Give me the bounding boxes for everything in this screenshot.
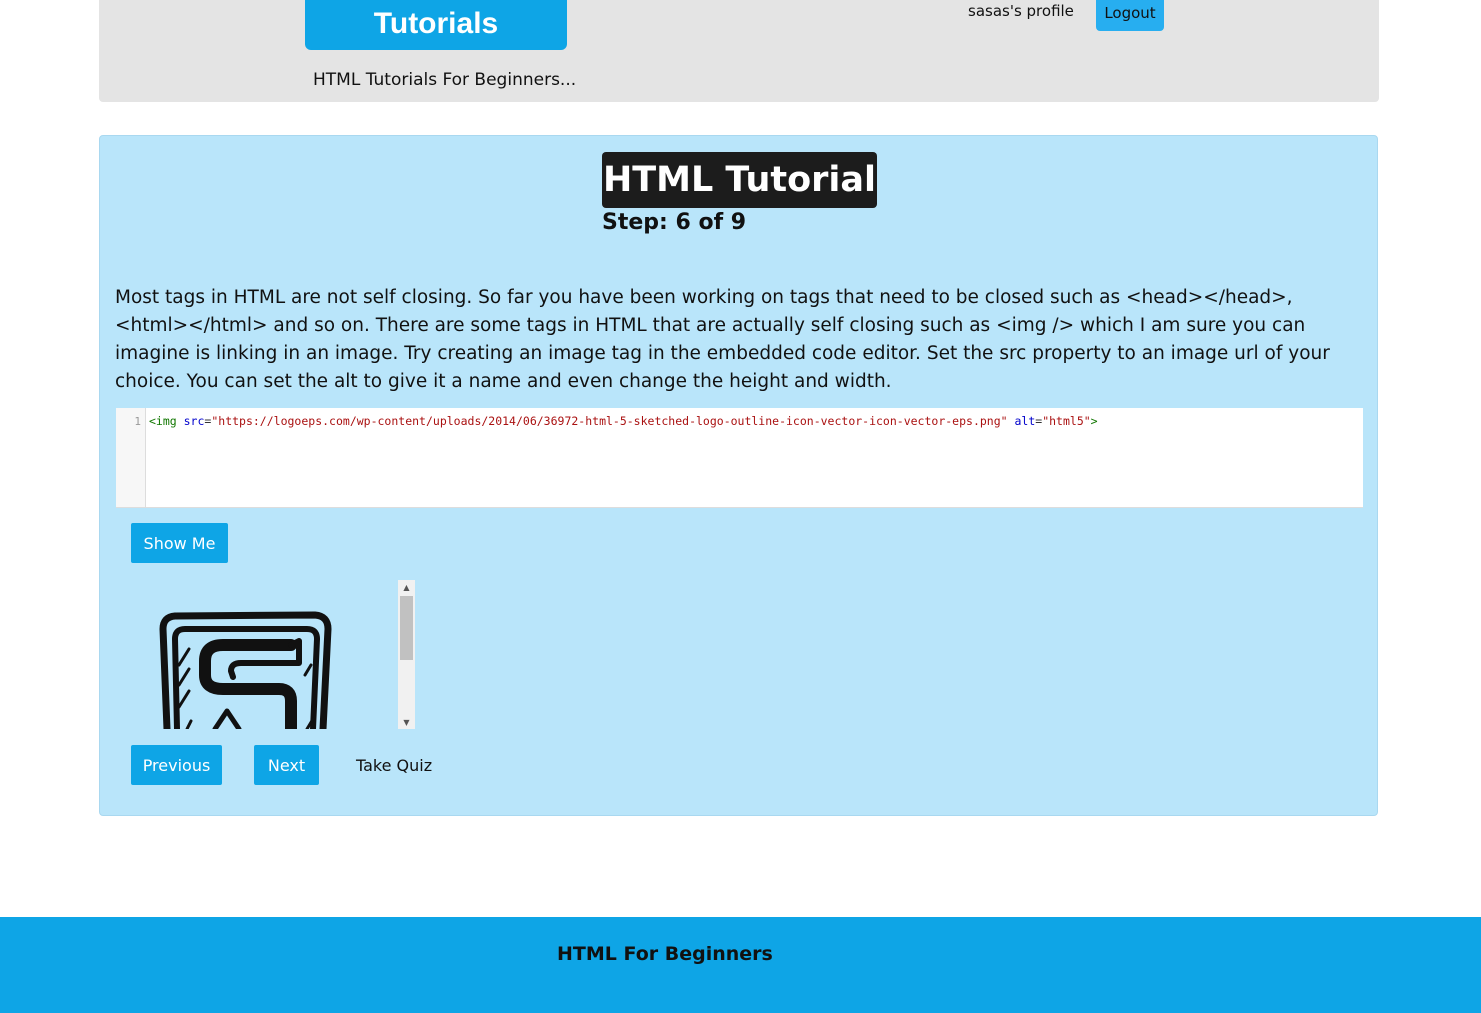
- preview-frame: [131, 579, 416, 729]
- site-footer: HTML For Beginners: [0, 917, 1481, 1013]
- scroll-thumb[interactable]: [400, 596, 413, 660]
- profile-link[interactable]: sasas's profile: [968, 2, 1074, 20]
- take-quiz-link[interactable]: Take Quiz: [356, 756, 432, 775]
- step-description: Most tags in HTML are not self closing. …: [115, 287, 1330, 392]
- code-attr-src: src: [176, 414, 205, 428]
- code-tag-close: >: [1090, 414, 1098, 428]
- footer-title: HTML For Beginners: [557, 943, 773, 965]
- code-tag-open: <img: [149, 414, 177, 428]
- step-indicator: Step: 6 of 9: [602, 210, 747, 235]
- code-attr-alt: alt: [1007, 414, 1036, 428]
- site-tagline: HTML Tutorials For Beginners...: [313, 70, 577, 90]
- show-me-button[interactable]: Show Me: [131, 523, 228, 563]
- code-alt-value: "html5": [1042, 414, 1091, 428]
- line-number: 1: [134, 415, 141, 428]
- code-editor[interactable]: 1 <img src="https://logoeps.com/wp-conte…: [116, 408, 1363, 508]
- tutorial-title: HTML Tutorial: [602, 152, 877, 208]
- scroll-down-arrow-icon[interactable]: ▼: [398, 715, 415, 729]
- code-src-value: "https://logoeps.com/wp-content/uploads/…: [211, 414, 1008, 428]
- preview-scrollbar[interactable]: ▲ ▼: [398, 580, 415, 729]
- logout-button[interactable]: Logout: [1096, 0, 1164, 31]
- tutorial-card: HTML Tutorial Step: 6 of 9 Most tags in …: [99, 135, 1378, 816]
- site-header: Tutorials HTML Tutorials For Beginners..…: [99, 0, 1379, 102]
- tutorials-brand-button[interactable]: Tutorials: [305, 0, 567, 50]
- previous-button[interactable]: Previous: [131, 745, 222, 785]
- scroll-up-arrow-icon[interactable]: ▲: [398, 580, 415, 594]
- code-line[interactable]: <img src="https://logoeps.com/wp-content…: [149, 414, 1098, 428]
- editor-gutter: 1: [116, 408, 146, 507]
- next-button[interactable]: Next: [254, 745, 319, 785]
- html5-sketched-logo-icon: [159, 611, 332, 729]
